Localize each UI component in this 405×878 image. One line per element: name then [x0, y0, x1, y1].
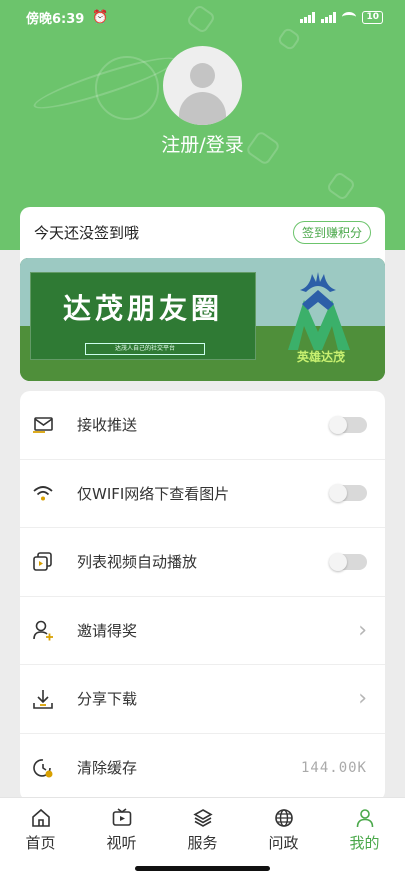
tab-person[interactable]: 我的	[324, 798, 405, 878]
setting-label: 列表视频自动播放	[77, 553, 198, 572]
tab-label: 我的	[349, 834, 380, 852]
avatar[interactable]	[163, 46, 242, 125]
autoplay-toggle[interactable]	[329, 552, 367, 571]
download-icon	[32, 688, 54, 710]
person-icon	[355, 808, 375, 828]
setting-label: 分享下载	[77, 690, 138, 709]
setting-label: 仅WIFI网络下查看图片	[77, 484, 230, 503]
signal-2-icon	[321, 11, 337, 23]
envelope-icon	[32, 414, 54, 436]
avatar-head-shape	[190, 63, 215, 88]
banner-title: 达茂朋友圈	[62, 292, 223, 325]
home-indicator[interactable]	[135, 866, 270, 871]
alarm-icon: ⏰	[92, 9, 109, 25]
push-toggle[interactable]	[329, 415, 367, 434]
chevron-right-icon: ›	[358, 686, 367, 712]
square-decoration	[325, 170, 357, 202]
tab-label: 服务	[187, 834, 218, 852]
chevron-right-icon: ›	[358, 617, 367, 643]
cache-size-value: 144.00K	[300, 759, 367, 776]
status-time: 傍晚6:39	[26, 11, 85, 27]
wifi-status-icon	[342, 12, 357, 22]
video-stack-icon	[32, 551, 54, 573]
tab-home[interactable]: 首页	[0, 798, 81, 878]
user-add-icon	[32, 619, 54, 641]
setting-row-clear-cache[interactable]: 清除缓存 144.00K	[20, 734, 385, 802]
settings-list: 接收推送仅WIFI网络下查看图片 列表视频自动播放 邀请得奖 › 分享下载 › 清除缓存 14…	[20, 391, 385, 801]
setting-label: 邀请得奖	[77, 621, 138, 640]
signin-status-text: 今天还没签到哦	[34, 223, 140, 242]
wifi-images-toggle[interactable]	[329, 484, 367, 503]
tv-icon	[112, 808, 132, 828]
battery-icon: 10	[362, 10, 383, 24]
avatar-body-shape	[179, 92, 226, 125]
banner-logo-text: 英雄达茂	[296, 350, 345, 364]
promo-banner[interactable]: 达茂朋友圈 达茂人自己的社交平台 英雄达茂	[20, 258, 385, 381]
tab-label: 问政	[268, 834, 299, 852]
signal-icon	[300, 11, 316, 23]
signin-card: 今天还没签到哦 签到赚积分 达茂朋友圈 达茂人自己的社交平台 英雄达茂	[20, 207, 385, 381]
tab-label: 首页	[25, 834, 56, 852]
signin-button[interactable]: 签到赚积分	[292, 220, 371, 244]
setting-row-autoplay[interactable]: 列表视频自动播放	[20, 528, 385, 597]
login-register-link[interactable]: 注册/登录	[0, 130, 405, 157]
layers-icon	[192, 808, 213, 828]
setting-row-share-download[interactable]: 分享下载 ›	[20, 665, 385, 734]
clock-clean-icon	[32, 757, 54, 779]
setting-row-wifi-images[interactable]: 仅WIFI网络下查看图片	[20, 460, 385, 528]
setting-label: 清除缓存	[77, 759, 138, 778]
globe-icon	[274, 808, 294, 828]
setting-row-push[interactable]: 接收推送	[20, 391, 385, 460]
status-bar: 傍晚6:39 ⏰ 10	[0, 0, 405, 34]
setting-row-invite[interactable]: 邀请得奖 ›	[20, 597, 385, 665]
tab-label: 视听	[106, 834, 137, 852]
home-icon	[31, 808, 51, 828]
wifi-icon	[32, 482, 54, 504]
banner-panel: 达茂朋友圈 达茂人自己的社交平台	[30, 272, 256, 360]
setting-label: 接收推送	[77, 416, 138, 435]
banner-subtitle: 达茂人自己的社交平台	[85, 343, 205, 355]
